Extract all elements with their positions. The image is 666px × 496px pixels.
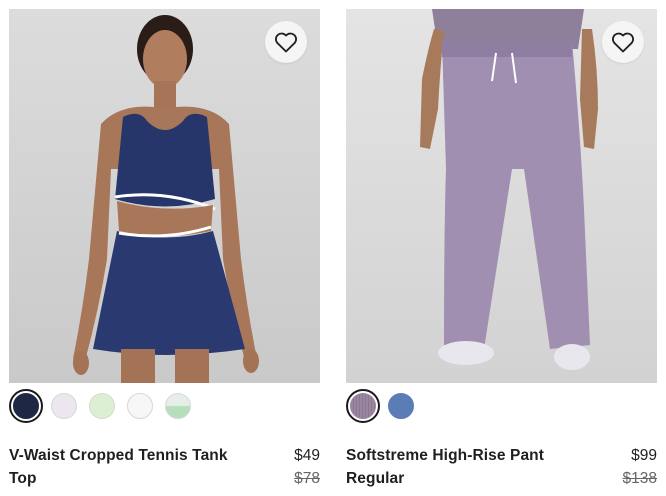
product-card[interactable]: V-Waist Cropped Tennis Tank Top $49 $78 [9, 0, 320, 496]
swatch-color [89, 393, 115, 419]
color-swatch[interactable] [384, 389, 418, 423]
favorite-button[interactable] [602, 21, 644, 63]
color-swatch[interactable] [85, 389, 119, 423]
swatch-color [127, 393, 153, 419]
product-card[interactable]: Softstreme High-Rise Pant Regular $99 $1… [346, 0, 657, 496]
swatch-color [350, 393, 376, 419]
original-price: $138 [622, 470, 657, 487]
swatch-color [13, 393, 39, 419]
swatch-color [51, 393, 77, 419]
sale-price: $99 [631, 447, 657, 464]
original-price: $78 [294, 470, 320, 487]
heart-outline-icon [612, 32, 634, 53]
color-swatch[interactable] [161, 389, 195, 423]
swatch-color [388, 393, 414, 419]
sale-price: $49 [294, 447, 320, 464]
color-swatch-selected[interactable] [346, 389, 380, 423]
product-image[interactable] [9, 9, 320, 383]
color-swatch[interactable] [47, 389, 81, 423]
product-name[interactable]: Softstreme High-Rise Pant Regular [346, 444, 596, 490]
color-swatches [9, 389, 199, 423]
product-name[interactable]: V-Waist Cropped Tennis Tank Top [9, 444, 259, 490]
price-block: $49 $78 [294, 444, 320, 490]
price-block: $99 $138 [623, 444, 657, 490]
color-swatch[interactable] [123, 389, 157, 423]
heart-outline-icon [275, 32, 297, 53]
product-image[interactable] [346, 9, 657, 383]
swatch-color [165, 393, 191, 419]
color-swatches [346, 389, 422, 423]
color-swatch-selected[interactable] [9, 389, 43, 423]
favorite-button[interactable] [265, 21, 307, 63]
